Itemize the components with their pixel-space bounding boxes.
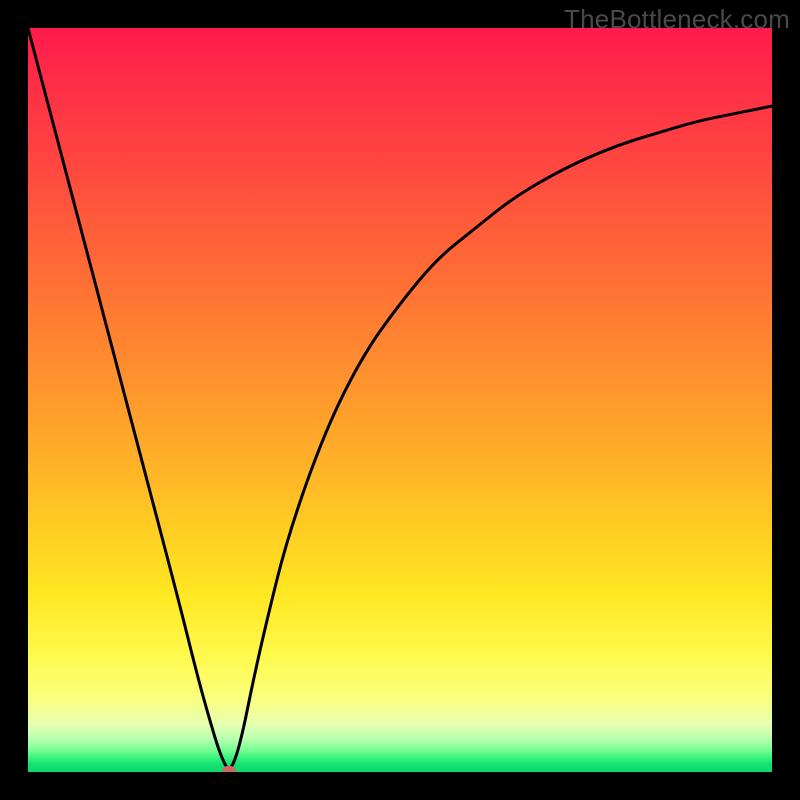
watermark-text: TheBottleneck.com xyxy=(564,4,790,35)
curve-svg xyxy=(28,28,772,772)
chart-frame: TheBottleneck.com xyxy=(0,0,800,800)
plot-area xyxy=(28,28,772,772)
bottleneck-curve-path xyxy=(28,28,772,768)
minimum-marker xyxy=(222,766,236,772)
